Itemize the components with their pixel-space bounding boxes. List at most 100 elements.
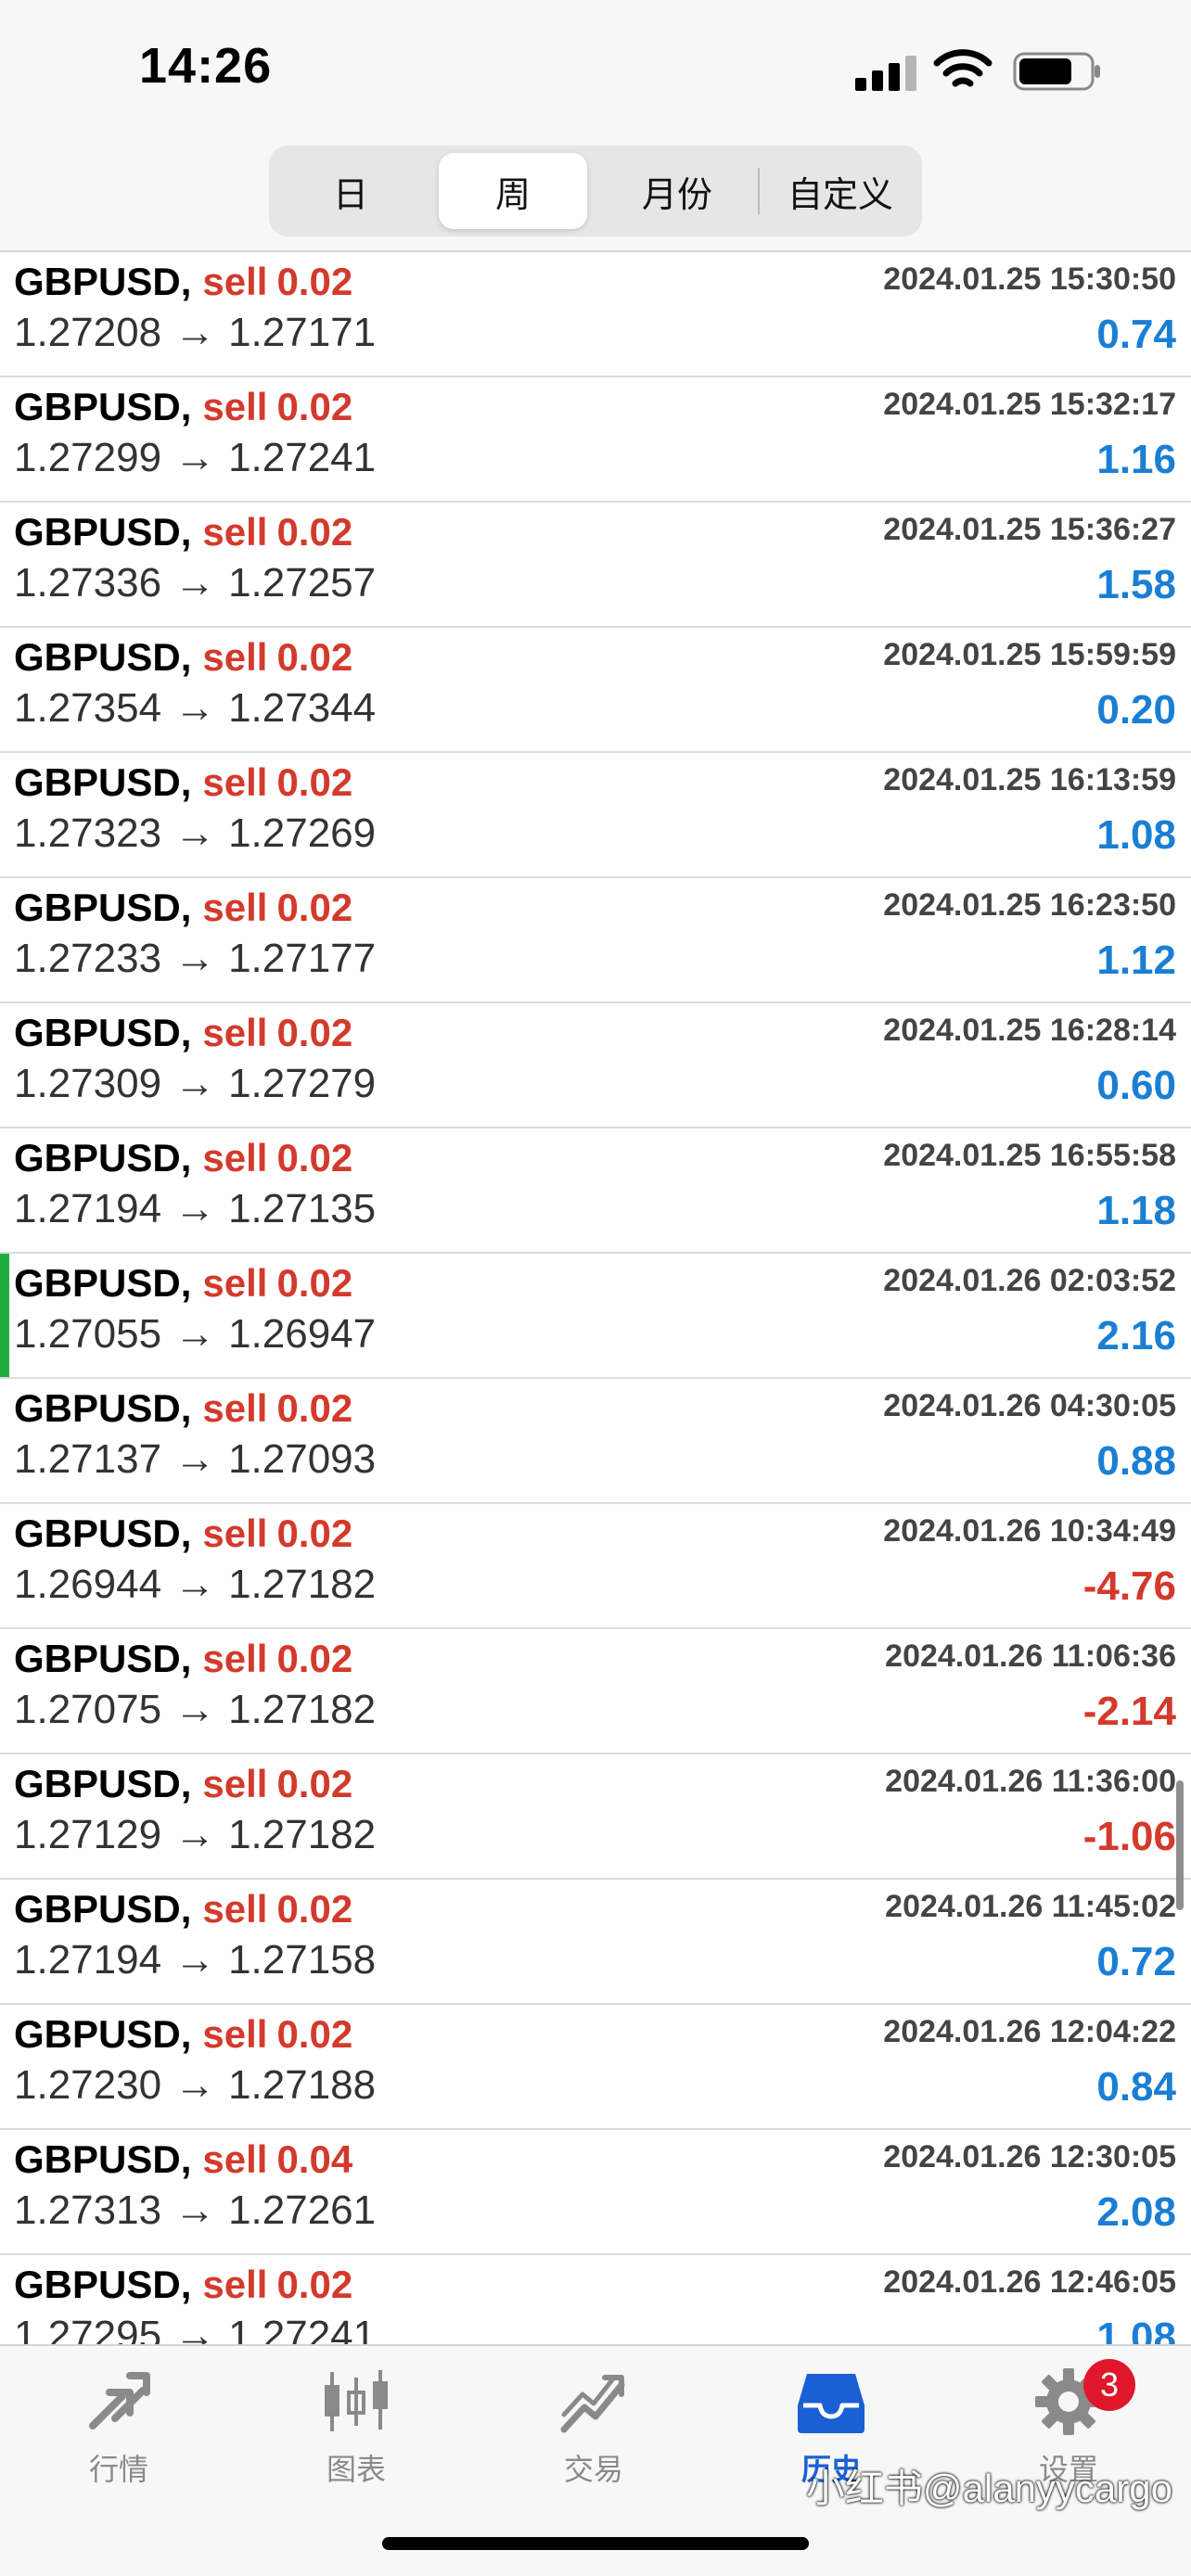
symbol-separator: , bbox=[180, 385, 192, 428]
close-price: 1.27135 bbox=[228, 1186, 377, 1231]
arrow-right-icon: → bbox=[174, 1937, 216, 1983]
trade-row[interactable]: GBPUSD, sell 0.02 2024.01.25 16:28:14 1.2730… bbox=[0, 1003, 1191, 1129]
trade-profit: 1.12 bbox=[1096, 937, 1176, 983]
segment-day[interactable]: 日 bbox=[276, 153, 425, 229]
trade-profit: 2.16 bbox=[1096, 1313, 1176, 1358]
trade-row[interactable]: GBPUSD, sell 0.02 2024.01.25 16:13:59 1.2732… bbox=[0, 753, 1191, 878]
open-price: 1.27129 bbox=[14, 1812, 162, 1857]
trade-symbol: GBPUSD bbox=[14, 1261, 181, 1305]
trade-profit: 2.08 bbox=[1096, 2189, 1176, 2235]
trade-prices: 1.27129 → 1.27182 bbox=[14, 1812, 376, 1858]
symbol-separator: , bbox=[180, 635, 192, 679]
open-price: 1.27299 bbox=[14, 435, 162, 480]
trade-volume: 0.02 bbox=[276, 1887, 353, 1931]
trade-row[interactable]: GBPUSD, sell 0.02 2024.01.25 16:23:50 1.2723… bbox=[0, 878, 1191, 1003]
trade-volume: 0.02 bbox=[276, 1762, 353, 1805]
home-indicator[interactable] bbox=[382, 2537, 809, 2550]
trade-row[interactable]: GBPUSD, sell 0.02 2024.01.26 02:03:52 1.2705… bbox=[0, 1254, 1191, 1379]
trade-volume: 0.02 bbox=[276, 635, 353, 679]
trade-profit: 1.16 bbox=[1096, 437, 1176, 482]
arrow-right-icon: → bbox=[174, 310, 216, 355]
trade-symbol: GBPUSD bbox=[14, 2137, 181, 2181]
top-area: 14:26 日 周 月份 自定义 bbox=[0, 0, 1191, 252]
trade-prices: 1.27323 → 1.27269 bbox=[14, 810, 376, 857]
tab-trade[interactable]: 交易 bbox=[519, 2365, 668, 2504]
trade-volume: 0.02 bbox=[276, 260, 353, 303]
tab-quotes[interactable]: 行情 bbox=[45, 2365, 193, 2504]
trade-symbol: GBPUSD bbox=[14, 2012, 181, 2056]
segment-week[interactable]: 周 bbox=[439, 153, 587, 229]
trade-volume: 0.02 bbox=[276, 886, 353, 929]
trade-prices: 1.27295 → 1.27241 bbox=[14, 2313, 376, 2344]
trade-row[interactable]: GBPUSD, sell 0.02 2024.01.25 15:59:59 1.2735… bbox=[0, 628, 1191, 753]
arrow-right-icon: → bbox=[174, 560, 216, 606]
trade-row[interactable]: GBPUSD, sell 0.02 2024.01.26 11:45:02 1.2719… bbox=[0, 1880, 1191, 2005]
trade-volume: 0.02 bbox=[276, 510, 353, 554]
segment-month[interactable]: 月份 bbox=[603, 153, 751, 229]
open-price: 1.27075 bbox=[14, 1687, 162, 1732]
trade-header: GBPUSD, sell 0.02 bbox=[14, 630, 352, 685]
trade-history-list[interactable]: GBPUSD, sell 0.02 2024.01.25 15:30:50 1.2720… bbox=[0, 252, 1191, 2344]
trade-symbol: GBPUSD bbox=[14, 1386, 181, 1430]
close-price: 1.27188 bbox=[228, 2062, 377, 2108]
trade-profit: 0.84 bbox=[1096, 2064, 1176, 2110]
trade-row[interactable]: GBPUSD, sell 0.02 2024.01.25 16:55:58 1.2719… bbox=[0, 1129, 1191, 1254]
segment-custom[interactable]: 自定义 bbox=[766, 153, 915, 229]
close-price: 1.27241 bbox=[228, 435, 377, 480]
trade-side: sell bbox=[202, 2263, 268, 2306]
trade-side: sell bbox=[202, 760, 268, 804]
arrow-right-icon: → bbox=[174, 435, 216, 480]
trade-volume: 0.02 bbox=[276, 1261, 353, 1305]
trade-time: 2024.01.26 10:34:49 bbox=[883, 1513, 1176, 1549]
open-price: 1.27309 bbox=[14, 1061, 162, 1106]
trade-volume: 0.02 bbox=[276, 1637, 353, 1680]
arrow-right-icon: → bbox=[174, 1812, 216, 1857]
segment-divider bbox=[758, 168, 760, 214]
symbol-separator: , bbox=[180, 1386, 192, 1430]
trade-row[interactable]: GBPUSD, sell 0.02 2024.01.25 15:32:17 1.2729… bbox=[0, 377, 1191, 503]
trade-time: 2024.01.26 04:30:05 bbox=[883, 1388, 1176, 1423]
trade-row[interactable]: GBPUSD, sell 0.02 2024.01.26 12:46:05 1.2729… bbox=[0, 2255, 1191, 2344]
close-price: 1.27261 bbox=[228, 2187, 377, 2233]
tab-chart[interactable]: 图表 bbox=[282, 2365, 430, 2504]
trade-time: 2024.01.25 15:59:59 bbox=[883, 637, 1176, 672]
settings-badge: 3 bbox=[1083, 2359, 1135, 2411]
trade-side: sell bbox=[202, 1386, 268, 1430]
trade-row[interactable]: GBPUSD, sell 0.02 2024.01.26 11:36:00 1.2712… bbox=[0, 1754, 1191, 1880]
close-price: 1.27171 bbox=[228, 310, 377, 355]
trade-profit: -4.76 bbox=[1082, 1563, 1176, 1609]
trade-prices: 1.27194 → 1.27135 bbox=[14, 1186, 376, 1232]
symbol-separator: , bbox=[180, 1511, 192, 1555]
trade-row[interactable]: GBPUSD, sell 0.02 2024.01.25 15:30:50 1.2720… bbox=[0, 252, 1191, 377]
trade-row[interactable]: GBPUSD, sell 0.02 2024.01.26 11:06:36 1.2707… bbox=[0, 1629, 1191, 1754]
trade-chart-icon bbox=[560, 2375, 625, 2433]
trade-row[interactable]: GBPUSD, sell 0.04 2024.01.26 12:30:05 1.2731… bbox=[0, 2130, 1191, 2255]
open-price: 1.27295 bbox=[14, 2313, 162, 2344]
trade-header: GBPUSD, sell 0.02 bbox=[14, 880, 352, 936]
wifi-icon bbox=[933, 49, 992, 87]
scroll-indicator[interactable] bbox=[1176, 1780, 1184, 1910]
trade-symbol: GBPUSD bbox=[14, 2263, 181, 2306]
trade-profit: 0.88 bbox=[1096, 1438, 1176, 1484]
close-price: 1.27344 bbox=[228, 685, 377, 731]
trade-time: 2024.01.25 15:30:50 bbox=[883, 261, 1176, 297]
trade-side: sell bbox=[202, 2012, 268, 2056]
close-price: 1.27241 bbox=[228, 2313, 377, 2344]
arrow-right-icon: → bbox=[174, 1562, 216, 1607]
trade-profit: 0.72 bbox=[1096, 1939, 1176, 1984]
trade-row[interactable]: GBPUSD, sell 0.02 2024.01.26 12:04:22 1.2723… bbox=[0, 2005, 1191, 2130]
trade-row[interactable]: GBPUSD, sell 0.02 2024.01.25 15:36:27 1.2733… bbox=[0, 503, 1191, 628]
trade-side: sell bbox=[202, 635, 268, 679]
trade-time: 2024.01.25 15:32:17 bbox=[883, 387, 1176, 422]
trade-prices: 1.27137 → 1.27093 bbox=[14, 1436, 376, 1483]
trade-header: GBPUSD, sell 0.02 bbox=[14, 755, 352, 810]
trade-row[interactable]: GBPUSD, sell 0.02 2024.01.26 04:30:05 1.2713… bbox=[0, 1379, 1191, 1504]
trade-volume: 0.02 bbox=[276, 2012, 353, 2056]
trade-symbol: GBPUSD bbox=[14, 1762, 181, 1805]
trade-header: GBPUSD, sell 0.02 bbox=[14, 2257, 352, 2313]
trade-symbol: GBPUSD bbox=[14, 635, 181, 679]
close-price: 1.27269 bbox=[228, 810, 377, 856]
trade-row[interactable]: GBPUSD, sell 0.02 2024.01.26 10:34:49 1.2694… bbox=[0, 1504, 1191, 1629]
trade-side: sell bbox=[202, 1887, 268, 1931]
trade-header: GBPUSD, sell 0.04 bbox=[14, 2132, 352, 2187]
